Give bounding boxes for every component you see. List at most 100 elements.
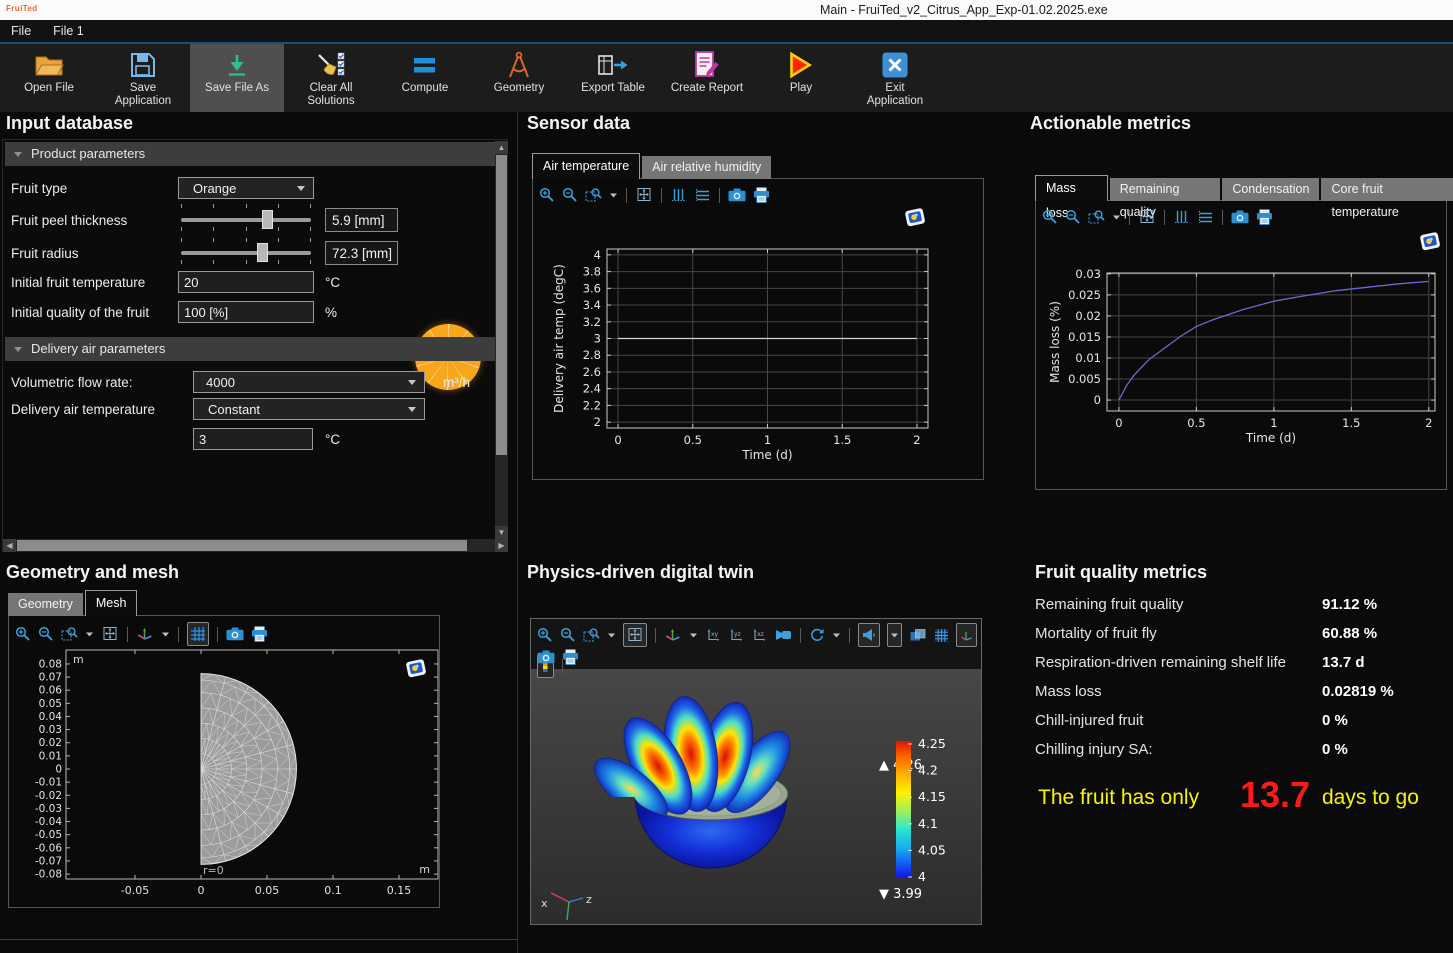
view-yz-icon[interactable]: yz [728, 625, 744, 645]
fit-view-icon[interactable] [635, 185, 653, 205]
peel-thickness-value[interactable]: 5.9 [mm] [325, 208, 398, 232]
scroll-up-icon[interactable]: ▲ [495, 141, 508, 154]
export-table-button[interactable]: Export Table [566, 44, 660, 112]
fit-view-icon[interactable] [1138, 207, 1156, 227]
initial-temperature-input[interactable]: 20 [178, 271, 314, 293]
save-file-as-button[interactable]: Save File As [190, 44, 284, 112]
camera-icon[interactable] [1231, 207, 1249, 227]
fruit-type-dropdown[interactable]: Orange [178, 177, 314, 199]
metric-label: Chilling injury SA: [1035, 741, 1153, 758]
tab-air-relative-humidity[interactable]: Air relative humidity [642, 156, 771, 179]
dropdown-icon[interactable] [85, 624, 94, 644]
column-divider[interactable] [517, 112, 518, 953]
vertical-scrollbar[interactable]: ▲ ▼ [495, 141, 508, 539]
dropdown-icon[interactable] [1112, 207, 1121, 227]
x-grid-icon[interactable] [670, 185, 687, 205]
print-icon[interactable] [1256, 207, 1273, 227]
y-grid-icon[interactable] [694, 185, 711, 205]
tab-mesh[interactable]: Mesh [85, 590, 138, 616]
metric-label: Remaining fruit quality [1035, 596, 1183, 613]
svg-text:0.1: 0.1 [324, 884, 342, 897]
scene-light-icon[interactable] [858, 623, 880, 647]
print-icon[interactable] [251, 624, 268, 644]
zoom-out-icon[interactable] [1065, 207, 1081, 227]
dropdown-icon[interactable] [161, 624, 170, 644]
rotate-icon[interactable] [809, 625, 825, 645]
zoom-in-icon[interactable] [539, 185, 555, 205]
fruit-radius-value[interactable]: 72.3 [mm] [325, 241, 398, 265]
projector-icon[interactable] [774, 625, 792, 645]
zoom-out-icon[interactable] [38, 624, 54, 644]
zoom-in-icon[interactable] [15, 624, 31, 644]
print-icon[interactable] [562, 647, 579, 667]
digital-twin-view[interactable]: ▲ 4.264.254.24.154.14.054▼ 3.99xyz [531, 669, 981, 924]
tab-geometry[interactable]: Geometry [8, 593, 83, 616]
zoom-box-icon[interactable] [61, 624, 78, 644]
axis-orientation-icon[interactable] [664, 625, 682, 645]
scrollbar-thumb[interactable] [496, 155, 507, 455]
view-xy-icon[interactable]: xy [705, 625, 721, 645]
zoom-out-icon[interactable] [562, 185, 578, 205]
dropdown-icon[interactable] [887, 623, 902, 647]
product-parameters-header[interactable]: Product parameters [5, 142, 495, 166]
delivery-air-value-input[interactable]: 3 [193, 428, 313, 450]
camera-icon[interactable] [537, 647, 555, 667]
fit-view-icon[interactable] [623, 623, 647, 647]
save-application-button[interactable]: Save Application [96, 44, 190, 112]
zoom-box-icon[interactable] [1088, 207, 1105, 227]
zoom-box-icon[interactable] [585, 185, 602, 205]
dropdown-icon[interactable] [689, 625, 698, 645]
zoom-in-icon[interactable] [1042, 207, 1058, 227]
dropdown-icon[interactable] [832, 625, 841, 645]
view-xz-icon[interactable]: xz [751, 625, 767, 645]
axes-visibility-icon[interactable] [956, 623, 977, 647]
delivery-air-temperature-dropdown[interactable]: Constant [193, 398, 425, 420]
mesh-plot[interactable]: 0.080.070.060.050.040.030.020.010-0.01-0… [9, 616, 439, 907]
svg-text:xz: xz [757, 631, 764, 638]
fruit-radius-slider[interactable] [181, 251, 311, 255]
scroll-left-icon[interactable]: ◀ [3, 539, 16, 552]
camera-icon[interactable] [728, 185, 746, 205]
menu-file[interactable]: File [0, 20, 42, 42]
grid-toggle-icon[interactable] [934, 625, 949, 645]
scroll-right-icon[interactable]: ▶ [495, 539, 508, 552]
scrollbar-thumb[interactable] [17, 540, 467, 551]
play-button[interactable]: Play [754, 44, 848, 112]
open-file-button[interactable]: Open File [2, 44, 96, 112]
tab-remaining-quality[interactable]: Remaining quality [1110, 178, 1221, 201]
delivery-air-parameters-header[interactable]: Delivery air parameters [5, 337, 495, 361]
compute-button[interactable]: Compute [378, 44, 472, 112]
dropdown-icon[interactable] [609, 185, 618, 205]
tab-core-fruit-temperature[interactable]: Core fruit temperature [1321, 178, 1453, 201]
menu-file1[interactable]: File 1 [42, 20, 95, 42]
peel-thickness-slider[interactable] [181, 218, 311, 222]
horizontal-scrollbar[interactable]: ◀ ▶ [3, 539, 508, 552]
axis-orientation-icon[interactable] [136, 624, 154, 644]
svg-text:0.02: 0.02 [39, 737, 62, 749]
x-grid-icon[interactable] [1173, 207, 1190, 227]
bottom-splitter[interactable] [0, 939, 517, 940]
geometry-button[interactable]: Geometry [472, 44, 566, 112]
fit-view-icon[interactable] [101, 624, 119, 644]
toolbar-separator [849, 628, 850, 643]
initial-quality-input[interactable]: 100 [%] [178, 301, 314, 323]
scroll-down-icon[interactable]: ▼ [495, 526, 508, 539]
y-grid-icon[interactable] [1197, 207, 1214, 227]
tab-air-temperature[interactable]: Air temperature [532, 153, 640, 179]
tab-mass-loss[interactable]: Mass loss [1035, 175, 1108, 201]
mesh-rendering-icon[interactable] [187, 622, 209, 646]
mass-loss-chart[interactable]: 00.511.5200.0050.010.0150.020.0250.03Tim… [1036, 201, 1446, 489]
svg-text:y: y [563, 921, 570, 924]
zoom-out-icon[interactable] [560, 625, 576, 645]
create-report-button[interactable]: Create Report [660, 44, 754, 112]
zoom-box-icon[interactable] [583, 625, 600, 645]
print-icon[interactable] [753, 185, 770, 205]
clear-all-solutions-button[interactable]: Clear All Solutions [284, 44, 378, 112]
dropdown-icon[interactable] [607, 625, 616, 645]
flow-rate-dropdown[interactable]: 4000 [193, 371, 425, 393]
tab-condensation[interactable]: Condensation [1222, 178, 1319, 201]
exit-application-button[interactable]: Exit Application [848, 44, 942, 112]
zoom-in-icon[interactable] [537, 625, 553, 645]
transparency-icon[interactable] [909, 625, 927, 645]
camera-icon[interactable] [226, 624, 244, 644]
